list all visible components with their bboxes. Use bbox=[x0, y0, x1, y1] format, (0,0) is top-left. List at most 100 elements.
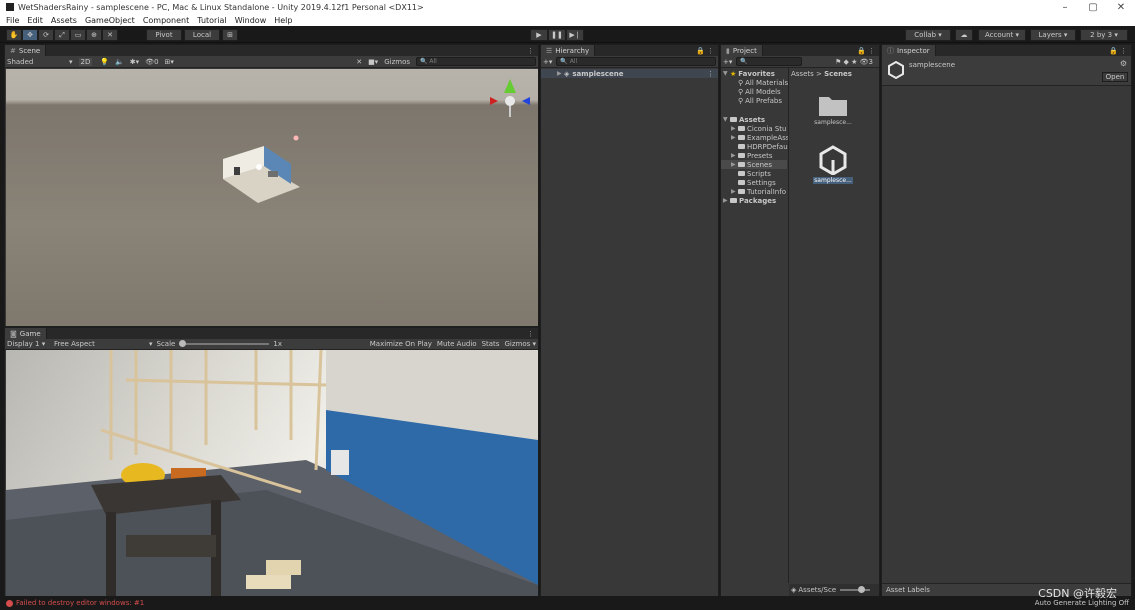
snap-icon[interactable]: ⊞ bbox=[222, 29, 238, 41]
fav-item[interactable]: ⚲ All Prefabs bbox=[738, 96, 782, 105]
orientation-gizmo[interactable] bbox=[490, 79, 530, 117]
shading-mode-dropdown[interactable]: Shaded bbox=[7, 58, 69, 66]
audio-icon[interactable]: 🔈 bbox=[115, 58, 124, 66]
project-add-button[interactable]: +▾ bbox=[723, 58, 732, 66]
move-tool-icon[interactable]: ✥ bbox=[22, 29, 38, 41]
fav-item[interactable]: ⚲ All Materials bbox=[738, 78, 788, 87]
hierarchy-search-input[interactable]: 🔍 All bbox=[556, 57, 716, 66]
lock-icon[interactable]: 🔒 ⋮ bbox=[857, 47, 875, 55]
scene-search-input[interactable]: 🔍 All bbox=[416, 57, 536, 66]
scale-slider[interactable] bbox=[179, 340, 270, 347]
hidden-objects-icon[interactable]: 👁0 bbox=[145, 58, 158, 66]
hierarchy-root-row[interactable]: ▶ ◈ samplescene ⋮ bbox=[541, 69, 718, 78]
file-tile-folder[interactable]: samplesce... bbox=[813, 93, 853, 126]
lighting-icon[interactable]: 💡 bbox=[100, 58, 109, 66]
tab-game[interactable]: ◙ Game bbox=[5, 328, 47, 339]
settings-gear-icon[interactable]: ⚙ bbox=[1120, 59, 1127, 68]
scale-tool-icon[interactable]: ⤢ bbox=[54, 29, 70, 41]
row-menu-icon[interactable]: ⋮ bbox=[707, 70, 714, 78]
expand-arrow-icon[interactable]: ▶ bbox=[557, 70, 564, 77]
asset-folder-row[interactable]: ▶ Presets bbox=[731, 151, 772, 160]
mute-audio-toggle[interactable]: Mute Audio bbox=[437, 340, 477, 348]
breadcrumb-root[interactable]: Assets bbox=[791, 70, 814, 78]
menu-component[interactable]: Component bbox=[143, 16, 189, 25]
expand-arrow-icon[interactable]: ▶ bbox=[731, 161, 738, 168]
local-toggle[interactable]: Local bbox=[184, 29, 220, 41]
assets-row[interactable]: ▼ Assets bbox=[723, 115, 765, 124]
transform-tool-icon[interactable]: ⊕ bbox=[86, 29, 102, 41]
scale-slider-handle[interactable] bbox=[179, 340, 187, 347]
effects-icon[interactable]: ✱▾ bbox=[130, 58, 139, 66]
cloud-icon[interactable]: ☁ bbox=[955, 29, 973, 41]
gizmos-dropdown[interactable]: Gizmos bbox=[384, 58, 410, 66]
menu-help[interactable]: Help bbox=[274, 16, 292, 25]
file-tile-scene[interactable]: samplesce... bbox=[813, 145, 853, 184]
play-button[interactable]: ▶ bbox=[530, 29, 548, 41]
asset-folder-row-selected[interactable]: ▶ Scenes bbox=[721, 160, 787, 169]
menu-edit[interactable]: Edit bbox=[27, 16, 43, 25]
expand-arrow-icon[interactable]: ▼ bbox=[723, 70, 730, 77]
hand-tool-icon[interactable]: ✋ bbox=[6, 29, 22, 41]
icon-size-slider-handle[interactable] bbox=[858, 586, 866, 593]
expand-arrow-icon[interactable]: ▶ bbox=[723, 197, 730, 204]
lock-icon[interactable]: 🔒 ⋮ bbox=[696, 47, 714, 55]
tab-scene[interactable]: # Scene bbox=[5, 45, 47, 56]
menu-tutorial[interactable]: Tutorial bbox=[197, 16, 226, 25]
tab-project[interactable]: ▮ Project bbox=[721, 45, 763, 56]
step-button[interactable]: ▶❘ bbox=[566, 29, 584, 41]
project-divider[interactable] bbox=[788, 68, 789, 583]
menu-file[interactable]: File bbox=[6, 16, 19, 25]
open-button[interactable]: Open bbox=[1102, 72, 1128, 82]
project-search-input[interactable]: 🔍 bbox=[736, 57, 803, 66]
display-dropdown[interactable]: Display 1 ▾ bbox=[7, 340, 54, 348]
pause-button[interactable]: ❚❚ bbox=[548, 29, 566, 41]
expand-arrow-icon[interactable]: ▶ bbox=[731, 152, 738, 159]
maximize-button[interactable]: ▢ bbox=[1079, 2, 1107, 13]
maximize-on-play-toggle[interactable]: Maximize On Play bbox=[370, 340, 432, 348]
aspect-dropdown[interactable]: Free Aspect bbox=[54, 340, 149, 348]
pivot-toggle[interactable]: Pivot bbox=[146, 29, 182, 41]
expand-arrow-icon[interactable]: ▶ bbox=[731, 134, 738, 141]
fav-item[interactable]: ⚲ All Models bbox=[738, 87, 781, 96]
custom-tool-icon[interactable]: ✕ bbox=[102, 29, 118, 41]
close-button[interactable]: ✕ bbox=[1107, 2, 1135, 13]
packages-row[interactable]: ▶ Packages bbox=[723, 196, 776, 205]
asset-folder-row[interactable]: ▶ Ciconia Stu bbox=[731, 124, 786, 133]
collab-dropdown[interactable]: Collab ▾ bbox=[905, 29, 951, 41]
menu-window[interactable]: Window bbox=[235, 16, 267, 25]
expand-arrow-icon[interactable]: ▼ bbox=[723, 116, 730, 123]
asset-folder-row[interactable]: ▶ TutorialInfo bbox=[731, 187, 786, 196]
minimize-button[interactable]: – bbox=[1051, 2, 1079, 13]
icon-size-slider[interactable] bbox=[840, 586, 871, 593]
panel-menu-icon[interactable]: ⋮ bbox=[527, 330, 534, 338]
asset-folder-row[interactable]: HDRPDefau bbox=[731, 142, 788, 151]
filter-icons[interactable]: ⚑ ◆ ★ 👁3 bbox=[835, 58, 873, 66]
asset-folder-row[interactable]: Scripts bbox=[731, 169, 771, 178]
expand-arrow-icon[interactable]: ▶ bbox=[731, 125, 738, 132]
expand-arrow-icon[interactable]: ▶ bbox=[731, 188, 738, 195]
layout-dropdown[interactable]: 2 by 3 ▾ bbox=[1080, 29, 1128, 41]
game-viewport[interactable] bbox=[6, 350, 538, 597]
lock-icon[interactable]: 🔒 ⋮ bbox=[1109, 47, 1127, 55]
menu-assets[interactable]: Assets bbox=[51, 16, 77, 25]
hierarchy-add-button[interactable]: +▾ bbox=[543, 58, 552, 66]
menu-gameobject[interactable]: GameObject bbox=[85, 16, 135, 25]
scene-viewport[interactable] bbox=[6, 69, 538, 326]
stats-toggle[interactable]: Stats bbox=[482, 340, 500, 348]
breadcrumb-current[interactable]: Scenes bbox=[824, 70, 852, 78]
error-message[interactable]: Failed to destroy editor windows: #1 bbox=[6, 599, 144, 607]
tab-inspector[interactable]: ⓘ Inspector bbox=[882, 45, 936, 56]
rect-tool-icon[interactable]: ▭ bbox=[70, 29, 86, 41]
grid-toggle-icon[interactable]: ⊞▾ bbox=[165, 58, 174, 66]
layers-dropdown[interactable]: Layers ▾ bbox=[1030, 29, 1076, 41]
asset-folder-row[interactable]: ▶ ExampleAss bbox=[731, 133, 789, 142]
tab-hierarchy[interactable]: ☰ Hierarchy bbox=[541, 45, 596, 56]
account-dropdown[interactable]: Account ▾ bbox=[978, 29, 1026, 41]
camera-icon[interactable]: ■▾ bbox=[368, 58, 378, 66]
mode-2d-button[interactable]: 2D bbox=[78, 57, 93, 66]
game-gizmos-dropdown[interactable]: Gizmos ▾ bbox=[504, 340, 536, 348]
favorites-row[interactable]: ▼ ★ Favorites bbox=[723, 69, 775, 78]
rotate-tool-icon[interactable]: ⟳ bbox=[38, 29, 54, 41]
panel-menu-icon[interactable]: ⋮ bbox=[527, 47, 534, 55]
tools-icon[interactable]: ✕ bbox=[356, 58, 362, 66]
